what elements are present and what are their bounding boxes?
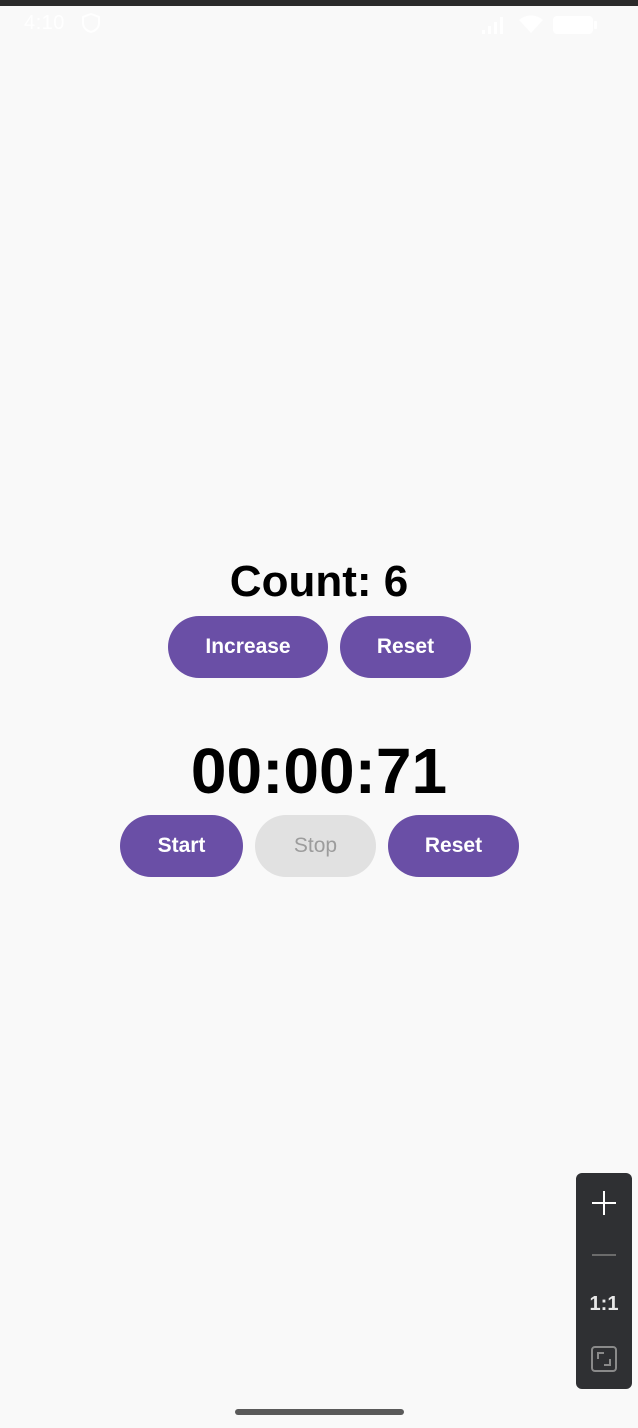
fit-screen-icon[interactable] (590, 1345, 618, 1373)
count-label: Count: 6 (229, 557, 409, 606)
reset-count-button[interactable]: Reset (340, 616, 471, 678)
status-time: 4:10 (24, 12, 65, 34)
start-button[interactable]: Start (120, 815, 243, 877)
signal-icon (482, 17, 503, 34)
minus-icon[interactable] (588, 1239, 620, 1271)
zoom-controls: 1:1 (576, 1173, 632, 1389)
wifi-icon (519, 15, 543, 33)
zoom-ratio-button[interactable]: 1:1 (576, 1293, 632, 1316)
reset-timer-button[interactable]: Reset (388, 815, 519, 877)
plus-icon[interactable] (588, 1187, 620, 1219)
increase-button[interactable]: Increase (168, 616, 328, 678)
shield-icon (82, 12, 100, 34)
battery-icon (553, 16, 597, 34)
status-bar: 4:10 (0, 6, 638, 42)
stop-button[interactable]: Stop (255, 815, 376, 877)
home-indicator[interactable] (235, 1409, 404, 1415)
stopwatch-display: 00:00:71 (190, 735, 448, 807)
